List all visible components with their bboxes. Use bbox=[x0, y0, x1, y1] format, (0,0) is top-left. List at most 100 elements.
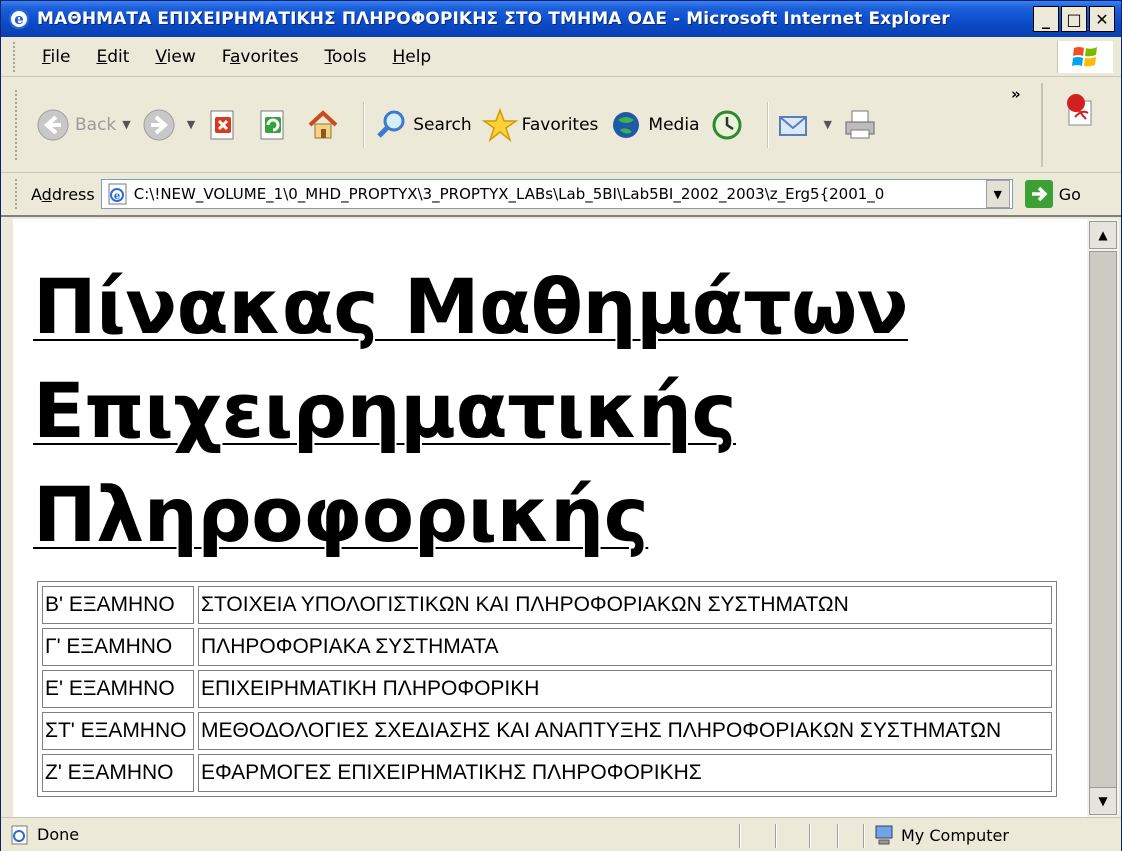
maximize-button[interactable]: □ bbox=[1061, 6, 1087, 32]
stop-button[interactable] bbox=[205, 107, 245, 143]
menu-favorites-label: vorites bbox=[240, 46, 299, 67]
forward-button[interactable]: ▼ bbox=[141, 107, 195, 143]
page-content: Πίνακας Μαθημάτων Επιχειρηματικής Πληροφ… bbox=[13, 219, 1087, 817]
table-row: Ε' ΕΞΑΜΗΝΟ ΕΠΙΧΕΙΡΗΜΑΤΙΚΗ ΠΛΗΡΟΦΟΡΙΚΗ bbox=[42, 670, 1052, 708]
home-button[interactable] bbox=[305, 107, 345, 143]
menu-edit[interactable]: Edit bbox=[83, 47, 142, 67]
menu-favorites-accel: a bbox=[229, 46, 241, 67]
svg-text:e: e bbox=[114, 191, 120, 202]
address-label: Address bbox=[31, 185, 95, 204]
go-label: Go bbox=[1058, 184, 1081, 204]
back-button[interactable]: Back ▼ bbox=[35, 107, 131, 143]
svg-text:e: e bbox=[14, 10, 24, 28]
status-panel bbox=[739, 824, 741, 848]
menu-grip[interactable] bbox=[13, 41, 17, 72]
status-panel bbox=[775, 824, 777, 848]
media-button[interactable]: Media bbox=[608, 107, 699, 143]
menu-tools[interactable]: Tools bbox=[312, 47, 380, 67]
pdf-toolbar bbox=[1041, 83, 1119, 167]
status-panel bbox=[837, 824, 839, 848]
computer-icon bbox=[873, 824, 895, 846]
window-title: ΜΑΘΗΜΑΤΑ ΕΠΙΧΕΙΡΗΜΑΤΙΚΗΣ ΠΛΗΡΟΦΟΡΙΚΗΣ ΣΤ… bbox=[37, 9, 950, 29]
status-panel bbox=[809, 824, 811, 848]
menu-file[interactable]: File bbox=[29, 47, 83, 67]
menu-view-accel: V bbox=[155, 46, 167, 67]
scroll-thumb[interactable] bbox=[1089, 251, 1117, 791]
course-cell: ΣΤΟΙΧΕΙΑ ΥΠΟΛΟΓΙΣΤΙΚΩΝ ΚΑΙ ΠΛΗΡΟΦΟΡΙΑΚΩΝ… bbox=[198, 586, 1052, 624]
print-icon bbox=[842, 107, 878, 143]
toolbar-chevron[interactable]: » bbox=[1011, 85, 1021, 103]
menu-view[interactable]: View bbox=[142, 47, 208, 67]
page-heading: Πίνακας Μαθημάτων Επιχειρηματικής Πληροφ… bbox=[33, 262, 909, 559]
menu-favorites-pre: F bbox=[221, 46, 230, 67]
mail-dropdown-icon[interactable]: ▼ bbox=[823, 118, 831, 131]
status-bar: Done My Computer bbox=[1, 817, 1121, 851]
course-cell: ΠΛΗΡΟΦΟΡΙΑΚΑ ΣΥΣΤΗΜΑΤΑ bbox=[198, 628, 1052, 666]
close-button[interactable]: ✕ bbox=[1089, 6, 1115, 32]
course-cell: ΜΕΘΟΔΟΛΟΓΙΕΣ ΣΧΕΔΙΑΣΗΣ ΚΑΙ ΑΝΑΠΤΥΞΗΣ ΠΛΗ… bbox=[198, 712, 1052, 750]
semester-cell: Ε' ΕΞΑΜΗΝΟ bbox=[42, 670, 194, 708]
address-dropdown-icon[interactable]: ▼ bbox=[985, 180, 1010, 208]
favorites-label: Favorites bbox=[521, 114, 599, 135]
back-dropdown-icon[interactable]: ▼ bbox=[122, 118, 130, 131]
forward-dropdown-icon[interactable]: ▼ bbox=[187, 118, 195, 131]
browser-window: e ΜΑΘΗΜΑΤΑ ΕΠΙΧΕΙΡΗΜΑΤΙΚΗΣ ΠΛΗΡΟΦΟΡΙΚΗΣ … bbox=[0, 0, 1122, 851]
address-grip[interactable] bbox=[15, 179, 19, 209]
windows-logo-icon bbox=[1057, 41, 1113, 73]
scroll-down-button[interactable]: ▼ bbox=[1089, 787, 1117, 815]
print-button[interactable] bbox=[842, 107, 882, 143]
toolbar-grip[interactable] bbox=[15, 89, 19, 160]
address-input[interactable] bbox=[133, 181, 986, 207]
zone-label: My Computer bbox=[901, 825, 1009, 845]
media-label: Media bbox=[648, 114, 700, 135]
forward-arrow-icon bbox=[141, 107, 177, 143]
course-cell: ΕΦΑΡΜΟΓΕΣ ΕΠΙΧΕΙΡΗΜΑΤΙΚΗΣ ΠΛΗΡΟΦΟΡΙΚΗΣ bbox=[198, 754, 1052, 792]
table-row: ΣΤ' ΕΞΑΜΗΝΟ ΜΕΘΟΔΟΛΟΓΙΕΣ ΣΧΕΔΙΑΣΗΣ ΚΑΙ Α… bbox=[42, 712, 1052, 750]
address-field[interactable]: e ▼ bbox=[100, 179, 1013, 209]
window-controls: _ □ ✕ bbox=[1033, 6, 1115, 32]
menu-help-accel: H bbox=[392, 46, 406, 67]
search-label: Search bbox=[413, 114, 472, 135]
minimize-button[interactable]: _ bbox=[1033, 6, 1059, 32]
address-label-accel: d bbox=[41, 184, 52, 204]
address-bar: Address e ▼ Go bbox=[1, 173, 1121, 217]
menu-file-accel: F bbox=[42, 46, 51, 67]
scroll-up-button[interactable]: ▲ bbox=[1089, 221, 1117, 249]
status-panel bbox=[863, 824, 865, 848]
table-row: Β' ΕΞΑΜΗΝΟ ΣΤΟΙΧΕΙΑ ΥΠΟΛΟΓΙΣΤΙΚΩΝ ΚΑΙ ΠΛ… bbox=[42, 586, 1052, 624]
semester-cell: ΣΤ' ΕΞΑΜΗΝΟ bbox=[42, 712, 194, 750]
menu-edit-accel: E bbox=[96, 46, 108, 67]
pdf-icon[interactable] bbox=[1064, 93, 1098, 133]
refresh-icon bbox=[255, 107, 291, 143]
refresh-button[interactable] bbox=[255, 107, 295, 143]
media-icon bbox=[608, 107, 644, 143]
history-button[interactable] bbox=[709, 107, 749, 143]
menu-favorites[interactable]: Favorites bbox=[209, 47, 312, 67]
security-zone[interactable]: My Computer bbox=[873, 824, 1009, 846]
address-label-post: dress bbox=[51, 184, 95, 204]
back-label: Back bbox=[75, 114, 117, 135]
table-row: Ζ' ΕΞΑΜΗΝΟ ΕΦΑΡΜΟΓΕΣ ΕΠΙΧΕΙΡΗΜΑΤΙΚΗΣ ΠΛΗ… bbox=[42, 754, 1052, 792]
toolbar-separator bbox=[363, 101, 366, 148]
go-button[interactable]: Go bbox=[1024, 180, 1081, 208]
search-button[interactable]: Search bbox=[373, 107, 472, 143]
ie-page-icon: e bbox=[105, 181, 131, 207]
menu-help-label: elp bbox=[405, 46, 432, 67]
status-done: Done bbox=[9, 824, 79, 846]
favorites-button[interactable]: Favorites bbox=[481, 107, 599, 143]
menu-bar: File Edit View Favorites Tools Help bbox=[1, 37, 1121, 77]
ie-icon: e bbox=[7, 7, 31, 31]
history-icon bbox=[709, 107, 745, 143]
menu-view-label: iew bbox=[166, 46, 196, 67]
mail-button[interactable]: ▼ bbox=[777, 107, 832, 143]
menu-help[interactable]: Help bbox=[379, 47, 444, 67]
vertical-scrollbar[interactable]: ▲ ▼ bbox=[1087, 219, 1119, 817]
table-row: Γ' ΕΞΑΜΗΝΟ ΠΛΗΡΟΦΟΡΙΑΚΑ ΣΥΣΤΗΜΑΤΑ bbox=[42, 628, 1052, 666]
semester-cell: Ζ' ΕΞΑΜΗΝΟ bbox=[42, 754, 194, 792]
go-arrow-icon bbox=[1024, 180, 1053, 208]
semester-cell: Γ' ΕΞΑΜΗΝΟ bbox=[42, 628, 194, 666]
back-arrow-icon bbox=[35, 107, 71, 143]
menu-tools-label: ools bbox=[332, 46, 367, 67]
status-text: Done bbox=[37, 825, 80, 844]
title-bar[interactable]: e ΜΑΘΗΜΑΤΑ ΕΠΙΧΕΙΡΗΜΑΤΙΚΗΣ ΠΛΗΡΟΦΟΡΙΚΗΣ … bbox=[1, 1, 1121, 37]
